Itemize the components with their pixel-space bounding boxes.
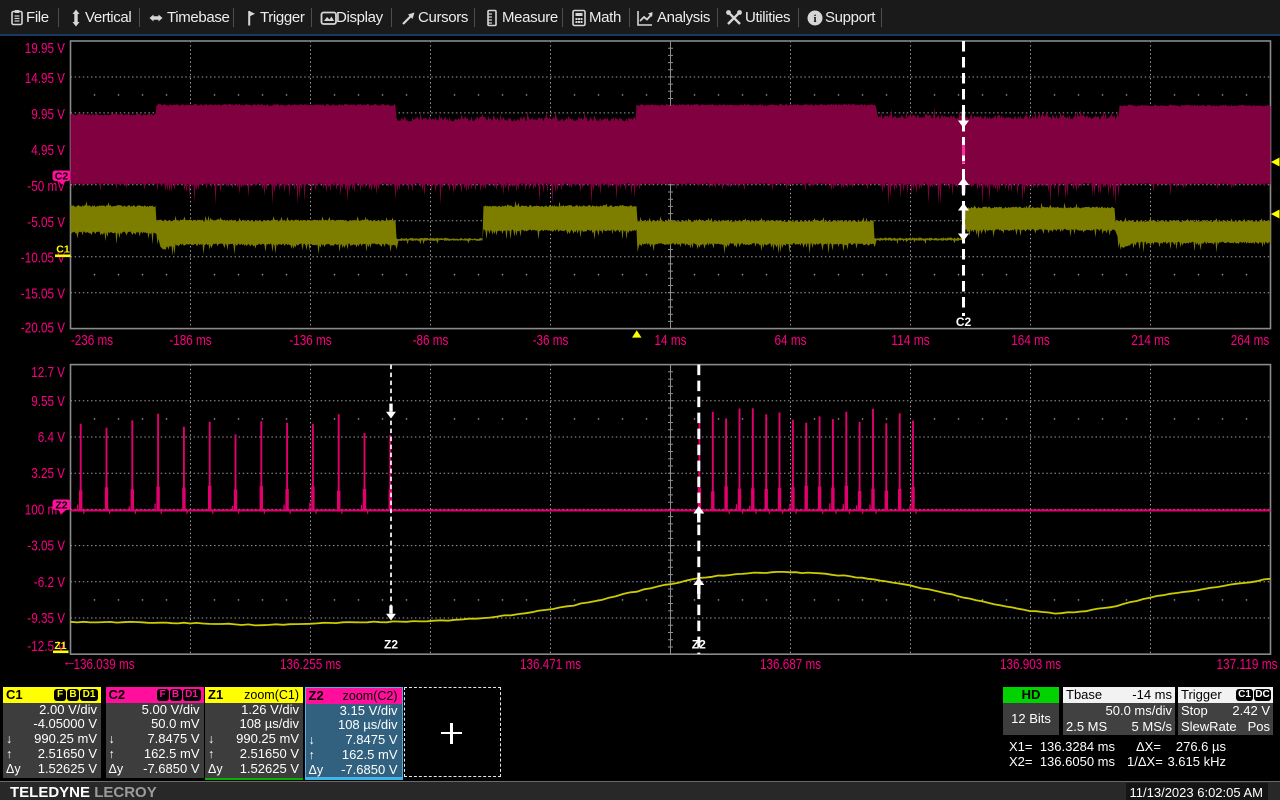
- svg-text:C1: C1: [56, 244, 70, 256]
- svg-text:-36 ms: -36 ms: [533, 332, 569, 349]
- svg-text:-6.2 V: -6.2 V: [34, 574, 65, 591]
- svg-text:-86 ms: -86 ms: [413, 332, 449, 349]
- svg-text:9.95 V: 9.95 V: [31, 106, 65, 123]
- svg-text:14.95 V: 14.95 V: [25, 70, 65, 87]
- svg-text:6.4 V: 6.4 V: [38, 429, 65, 446]
- svg-text:136.903 ms: 136.903 ms: [1000, 656, 1061, 673]
- svg-text:-236 ms: -236 ms: [71, 332, 113, 349]
- svg-text:3.25 V: 3.25 V: [31, 465, 65, 482]
- svg-text:-20.05 V: -20.05 V: [21, 320, 65, 337]
- svg-text:Z1: Z1: [54, 640, 66, 652]
- svg-text:C2: C2: [55, 171, 69, 183]
- svg-text:-15.05 V: -15.05 V: [21, 286, 65, 303]
- svg-text:←: ←: [62, 653, 77, 670]
- svg-text:Z2: Z2: [692, 638, 706, 652]
- svg-text:-186 ms: -186 ms: [169, 332, 211, 349]
- svg-text:136.039 ms: 136.039 ms: [73, 656, 134, 673]
- svg-text:12.7 V: 12.7 V: [31, 364, 65, 381]
- svg-text:C2: C2: [956, 315, 972, 329]
- svg-text:-5.05 V: -5.05 V: [27, 214, 65, 231]
- svg-text:-3.05 V: -3.05 V: [27, 538, 65, 555]
- svg-text:4.95 V: 4.95 V: [31, 142, 65, 159]
- svg-text:i: i: [813, 13, 816, 25]
- svg-text:64 ms: 64 ms: [775, 332, 807, 349]
- svg-text:-9.35 V: -9.35 V: [27, 610, 65, 627]
- svg-text:Z2: Z2: [384, 638, 398, 652]
- svg-text:136.687 ms: 136.687 ms: [760, 656, 821, 673]
- svg-text:264 ms: 264 ms: [1231, 332, 1269, 349]
- svg-text:14 ms: 14 ms: [655, 332, 687, 349]
- svg-text:Z2: Z2: [55, 500, 67, 512]
- svg-text:114 ms: 114 ms: [891, 332, 929, 349]
- svg-text:136.255 ms: 136.255 ms: [280, 656, 341, 673]
- svg-text:136.471 ms: 136.471 ms: [520, 656, 581, 673]
- svg-text:214 ms: 214 ms: [1131, 332, 1169, 349]
- svg-text:-136 ms: -136 ms: [289, 332, 331, 349]
- svg-text:19.95 V: 19.95 V: [25, 40, 65, 57]
- svg-text:9.55 V: 9.55 V: [31, 393, 65, 410]
- svg-text:137.119 ms: 137.119 ms: [1216, 656, 1277, 673]
- svg-text:164 ms: 164 ms: [1011, 332, 1049, 349]
